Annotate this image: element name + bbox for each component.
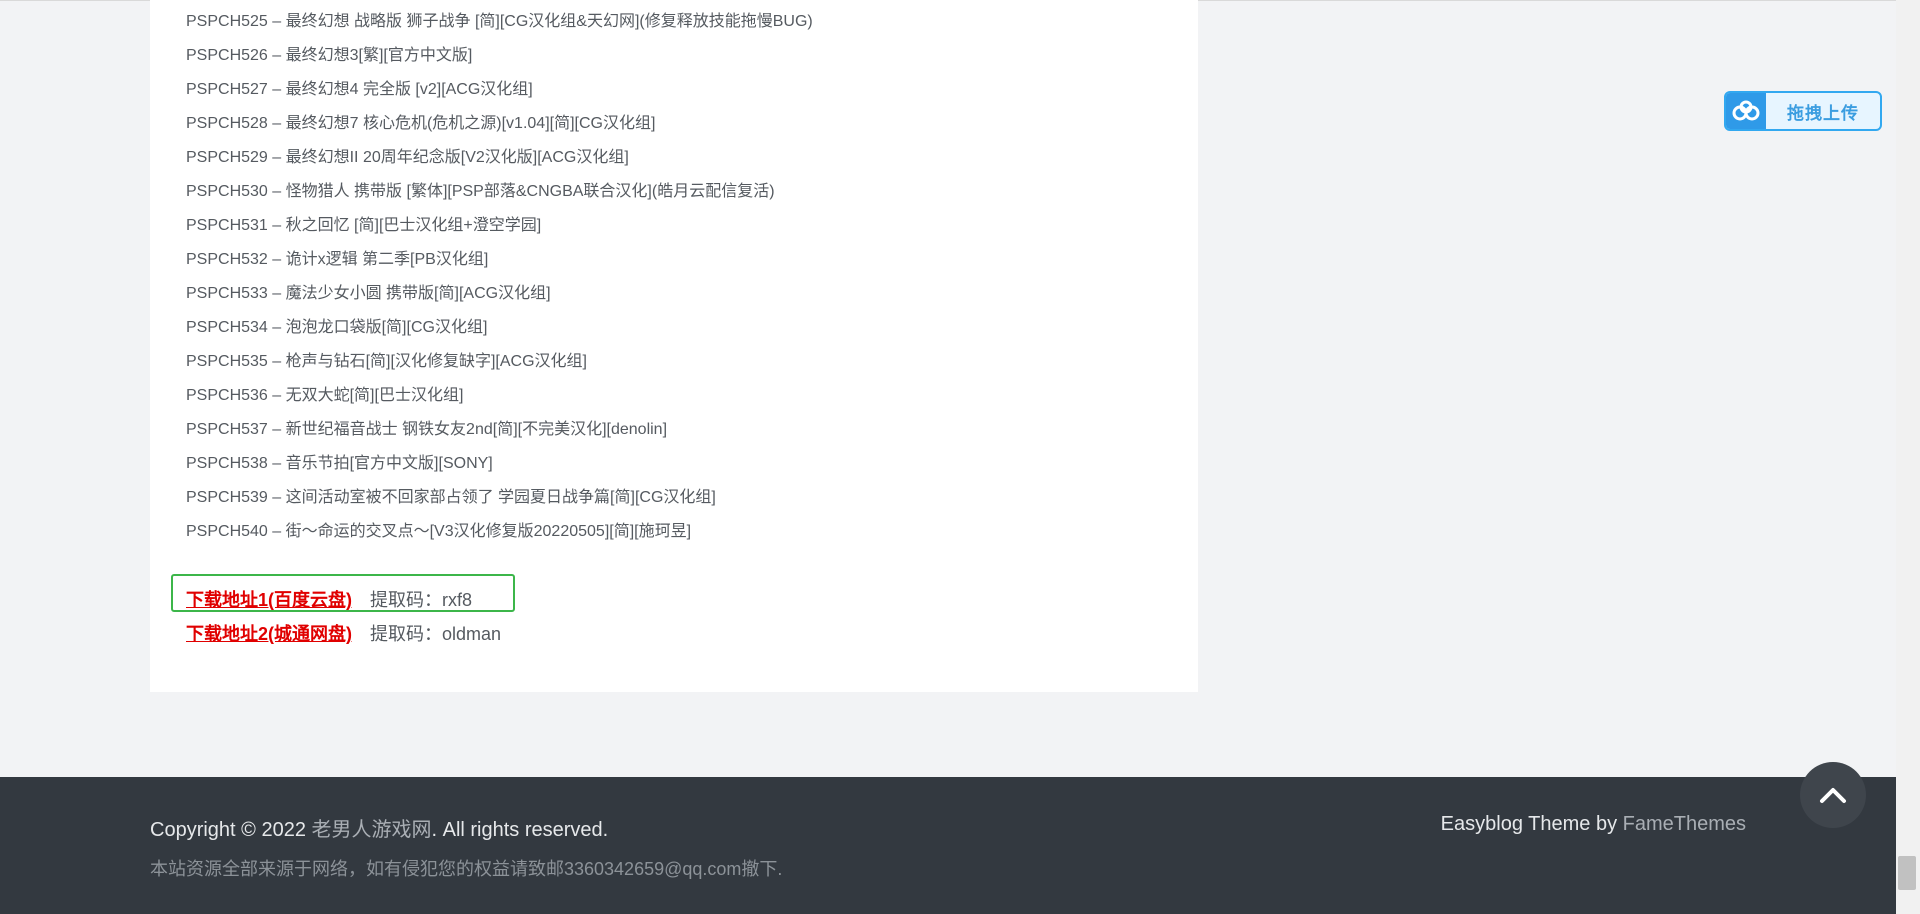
list-item: PSPCH535 – 枪声与钻石[简][汉化修复缺字][ACG汉化组]	[186, 353, 587, 370]
list-item: PSPCH529 – 最终幻想II 20周年纪念版[V2汉化版][ACG汉化组]	[186, 149, 629, 166]
copyright-text: Copyright © 2022 老男人游戏网. All rights rese…	[150, 813, 608, 842]
list-item: PSPCH526 – 最终幻想3[繁][官方中文版]	[186, 47, 473, 64]
download-link-baidu[interactable]: 下载地址1(百度云盘)	[186, 590, 352, 610]
scrollbar-thumb[interactable]	[1898, 856, 1916, 890]
list-item: PSPCH540 – 街～命运的交叉点～[V3汉化修复版20220505][简]…	[186, 523, 692, 540]
download-row-1: 下载地址1(百度云盘) 提取码：rxf8	[186, 586, 472, 612]
extraction-code-2: 提取码：oldman	[370, 624, 502, 644]
download-row-2: 下载地址2(城通网盘) 提取码：oldman	[186, 620, 501, 646]
theme-credit: Easyblog Theme by FameThemes	[1441, 813, 1746, 836]
list-item: PSPCH538 – 音乐节拍[官方中文版][SONY]	[186, 455, 493, 472]
list-item: PSPCH533 – 魔法少女小圆 携带版[简][ACG汉化组]	[186, 285, 551, 302]
extraction-code-1: 提取码：rxf8	[370, 590, 473, 610]
site-footer: Copyright © 2022 老男人游戏网. All rights rese…	[0, 777, 1896, 914]
list-item: PSPCH525 – 最终幻想 战略版 狮子战争 [简][CG汉化组&天幻网](…	[186, 13, 813, 30]
copyright-prefix: Copyright © 2022	[150, 819, 312, 841]
chevron-up-icon	[1820, 788, 1846, 803]
baidu-cloud-icon	[1726, 93, 1766, 129]
list-item: PSPCH537 – 新世纪福音战士 钢铁女友2nd[简][不完美汉化][den…	[186, 421, 668, 438]
disclaimer-text: 本站资源全部来源于网络，如有侵犯您的权益请致邮3360342659@qq.com…	[150, 859, 783, 879]
list-item: PSPCH531 – 秋之回忆 [简][巴士汉化组+澄空学园]	[186, 217, 542, 234]
copyright-suffix: . All rights reserved.	[431, 819, 609, 841]
page-scrollbar[interactable]	[1896, 0, 1920, 914]
back-to-top-button[interactable]	[1800, 762, 1866, 828]
download-link-ctfile[interactable]: 下载地址2(城通网盘)	[186, 624, 352, 644]
drag-upload-button[interactable]: 拖拽上传	[1724, 91, 1882, 131]
theme-credit-prefix: Easyblog Theme by	[1440, 813, 1623, 835]
list-item: PSPCH532 – 诡计x逻辑 第二季[PB汉化组]	[186, 251, 489, 268]
upload-label: 拖拽上传	[1787, 103, 1859, 123]
list-item: PSPCH527 – 最终幻想4 完全版 [v2][ACG汉化组]	[186, 81, 533, 98]
site-name-link[interactable]: 老男人游戏网	[312, 819, 432, 841]
list-item: PSPCH534 – 泡泡龙口袋版[简][CG汉化组]	[186, 319, 488, 336]
list-item: PSPCH528 – 最终幻想7 核心危机(危机之源)[v1.04][简][CG…	[186, 115, 656, 132]
list-item: PSPCH530 – 怪物猎人 携带版 [繁体][PSP部落&CNGBA联合汉化…	[186, 183, 775, 200]
game-list: PSPCH525 – 最终幻想 战略版 狮子战争 [简][CG汉化组&天幻网](…	[186, 8, 813, 552]
list-item: PSPCH536 – 无双大蛇[简][巴士汉化组]	[186, 387, 464, 404]
list-item: PSPCH539 – 这间活动室被不回家部占领了 学园夏日战争篇[简][CG汉化…	[186, 489, 716, 506]
theme-author-link[interactable]: FameThemes	[1623, 813, 1746, 835]
